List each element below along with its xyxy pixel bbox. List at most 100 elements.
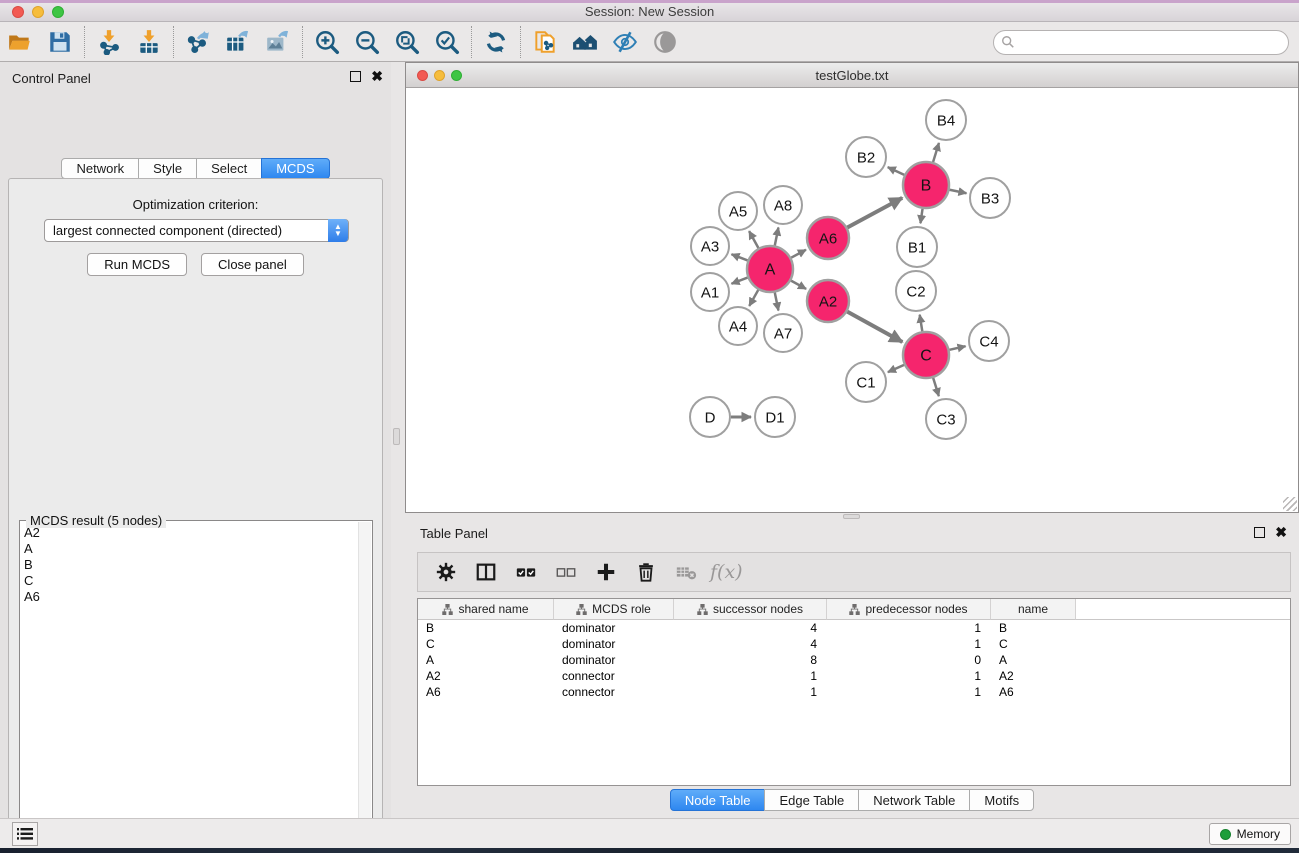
result-scrollbar[interactable]	[358, 522, 371, 852]
table-settings-button[interactable]	[428, 556, 464, 588]
table-row[interactable]: Adominator80A	[418, 652, 1290, 668]
edge-A-A5[interactable]	[749, 231, 758, 248]
horizontal-split-divider[interactable]	[405, 513, 1299, 520]
edge-A6-B[interactable]	[847, 198, 902, 228]
zoom-selected-button[interactable]	[427, 24, 467, 60]
column-header-successor-nodes[interactable]: successor nodes	[674, 599, 827, 620]
result-item[interactable]: C	[22, 573, 352, 589]
edge-C-C4[interactable]	[949, 346, 965, 350]
column-header-shared-name[interactable]: shared name	[418, 599, 554, 620]
edge-B-B3[interactable]	[950, 190, 967, 193]
column-visibility-button[interactable]	[468, 556, 504, 588]
zoom-fit-button[interactable]	[387, 24, 427, 60]
clone-network-button[interactable]	[525, 24, 565, 60]
result-item[interactable]: A6	[22, 589, 352, 605]
vertical-split-divider[interactable]	[391, 62, 405, 818]
refresh-button[interactable]	[476, 24, 516, 60]
tab-select[interactable]: Select	[196, 158, 262, 179]
result-item[interactable]: A	[22, 541, 352, 557]
tab-mcds[interactable]: MCDS	[261, 158, 329, 179]
column-header-predecessor-nodes[interactable]: predecessor nodes	[827, 599, 991, 620]
delete-column-button[interactable]	[628, 556, 664, 588]
graph-node-A[interactable]: A	[747, 246, 793, 292]
graph-node-B4[interactable]: B4	[926, 100, 966, 140]
close-table-panel-icon[interactable]: ✖	[1275, 527, 1287, 538]
edge-A-A2[interactable]	[791, 281, 806, 289]
graph-node-A3[interactable]: A3	[691, 227, 729, 265]
float-table-panel-icon[interactable]	[1254, 527, 1265, 538]
zoom-in-button[interactable]	[307, 24, 347, 60]
table-row[interactable]: A6connector11A6	[418, 684, 1290, 700]
function-builder-button[interactable]: f(x)	[708, 561, 743, 583]
edge-A-A4[interactable]	[749, 290, 758, 306]
graph-node-B3[interactable]: B3	[970, 178, 1010, 218]
column-header-name[interactable]: name	[991, 599, 1076, 620]
edge-A-A7[interactable]	[775, 293, 779, 311]
memory-button[interactable]: Memory	[1209, 823, 1291, 845]
edge-C-C2[interactable]	[920, 315, 923, 332]
graph-node-A5[interactable]: A5	[719, 192, 757, 230]
divider-grip[interactable]	[393, 428, 400, 445]
graph-node-A8[interactable]: A8	[764, 186, 802, 224]
graph-node-B[interactable]: B	[903, 162, 949, 208]
run-mcds-button[interactable]: Run MCDS	[87, 253, 187, 276]
show-graphics-details-button[interactable]	[645, 24, 685, 60]
zoom-out-button[interactable]	[347, 24, 387, 60]
column-header-MCDS-role[interactable]: MCDS role	[554, 599, 674, 620]
export-table-button[interactable]	[218, 24, 258, 60]
export-network-button[interactable]	[178, 24, 218, 60]
graph-node-C[interactable]: C	[903, 332, 949, 378]
edge-A-A6[interactable]	[791, 250, 806, 258]
network-graph[interactable]: B4B2BB3A5A8A6A3B1AA1C2A2A4A7C4CC1C3DD1	[406, 88, 1298, 512]
graph-node-A2[interactable]: A2	[807, 280, 849, 322]
table-tab-motifs[interactable]: Motifs	[969, 789, 1034, 811]
delete-table-button[interactable]	[668, 556, 704, 588]
graph-node-A4[interactable]: A4	[719, 307, 757, 345]
tab-style[interactable]: Style	[138, 158, 197, 179]
import-network-button[interactable]	[89, 24, 129, 60]
graph-node-C3[interactable]: C3	[926, 399, 966, 439]
home-button[interactable]	[565, 24, 605, 60]
open-file-button[interactable]	[0, 24, 40, 60]
edge-C-C1[interactable]	[888, 365, 904, 372]
edge-C-C3[interactable]	[933, 378, 939, 396]
graph-node-A7[interactable]: A7	[764, 314, 802, 352]
show-panel-list-button[interactable]	[12, 822, 38, 846]
edge-A2-C[interactable]	[847, 312, 902, 342]
edge-B-B1[interactable]	[920, 209, 922, 223]
graph-node-A6[interactable]: A6	[807, 217, 849, 259]
mcds-result-list[interactable]: A2ABCA6	[22, 525, 352, 605]
graph-node-C4[interactable]: C4	[969, 321, 1009, 361]
search-input[interactable]	[993, 30, 1289, 55]
close-panel-icon[interactable]: ✖	[371, 71, 383, 82]
table-row[interactable]: Cdominator41C	[418, 636, 1290, 652]
graph-node-D[interactable]: D	[690, 397, 730, 437]
edge-A-A1[interactable]	[731, 278, 747, 284]
export-image-button[interactable]	[258, 24, 298, 60]
graph-node-B2[interactable]: B2	[846, 137, 886, 177]
add-column-button[interactable]	[588, 556, 624, 588]
edge-B-B4[interactable]	[933, 143, 939, 162]
result-item[interactable]: B	[22, 557, 352, 573]
edge-B-B2[interactable]	[888, 167, 905, 175]
graph-node-B1[interactable]: B1	[897, 227, 937, 267]
edge-A-A3[interactable]	[731, 254, 747, 260]
graph-node-C2[interactable]: C2	[896, 271, 936, 311]
edge-A-A8[interactable]	[775, 228, 779, 246]
graph-node-A1[interactable]: A1	[691, 273, 729, 311]
table-tab-edge-table[interactable]: Edge Table	[764, 789, 859, 811]
table-tab-network-table[interactable]: Network Table	[858, 789, 970, 811]
criterion-dropdown[interactable]: largest connected component (directed) ▲…	[44, 219, 349, 242]
network-canvas[interactable]: B4B2BB3A5A8A6A3B1AA1C2A2A4A7C4CC1C3DD1	[406, 88, 1298, 512]
select-all-button[interactable]	[508, 556, 544, 588]
save-session-button[interactable]	[40, 24, 80, 60]
table-row[interactable]: A2connector11A2	[418, 668, 1290, 684]
divider-grip[interactable]	[843, 514, 860, 519]
deselect-all-button[interactable]	[548, 556, 584, 588]
float-panel-icon[interactable]	[350, 71, 361, 82]
graph-node-D1[interactable]: D1	[755, 397, 795, 437]
tab-network[interactable]: Network	[61, 158, 139, 179]
import-table-button[interactable]	[129, 24, 169, 60]
table-row[interactable]: Bdominator41B	[418, 620, 1290, 636]
close-panel-button[interactable]: Close panel	[201, 253, 304, 276]
